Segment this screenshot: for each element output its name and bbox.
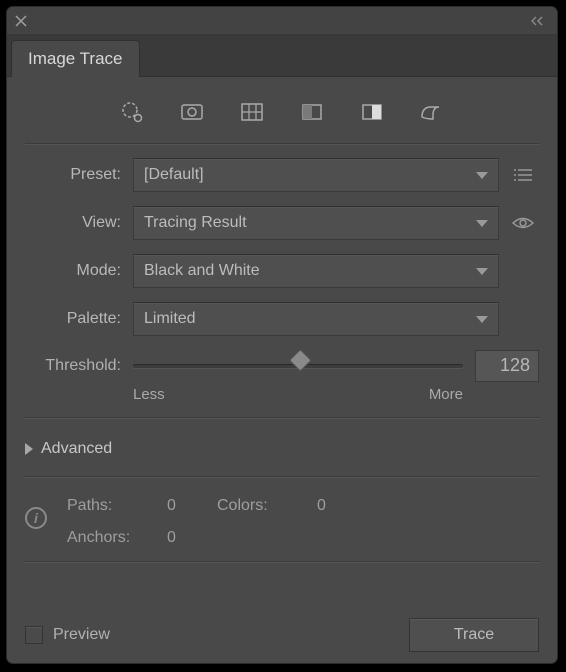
tab-row: Image Trace bbox=[7, 35, 557, 77]
panel-footer: Preview Trace bbox=[7, 607, 557, 663]
divider bbox=[25, 417, 539, 418]
mode-label: Mode: bbox=[25, 262, 133, 280]
stats-grid: Paths: 0 Colors: 0 Anchors: 0 bbox=[67, 497, 357, 547]
low-color-icon[interactable] bbox=[237, 99, 267, 125]
palette-label: Palette: bbox=[25, 310, 133, 328]
colors-value: 0 bbox=[317, 497, 357, 515]
info-icon: i bbox=[25, 507, 47, 529]
chevron-down-icon bbox=[476, 268, 488, 275]
tab-image-trace[interactable]: Image Trace bbox=[11, 40, 140, 77]
threshold-more-label: More bbox=[429, 386, 463, 403]
grayscale-icon[interactable] bbox=[297, 99, 327, 125]
preset-menu-icon[interactable] bbox=[507, 168, 539, 182]
preset-label: Preset: bbox=[25, 166, 133, 184]
palette-dropdown[interactable]: Limited bbox=[133, 302, 499, 336]
close-icon[interactable] bbox=[15, 15, 27, 27]
view-value: Tracing Result bbox=[144, 214, 247, 232]
preset-shortcut-row bbox=[25, 91, 539, 139]
threshold-less-label: Less bbox=[133, 386, 165, 403]
view-dropdown[interactable]: Tracing Result bbox=[133, 206, 499, 240]
outline-icon[interactable] bbox=[417, 99, 447, 125]
view-label: View: bbox=[25, 214, 133, 232]
high-color-icon[interactable] bbox=[177, 99, 207, 125]
preset-dropdown[interactable]: [Default] bbox=[133, 158, 499, 192]
mode-value: Black and White bbox=[144, 262, 260, 280]
colors-label: Colors: bbox=[217, 497, 317, 515]
threshold-label: Threshold: bbox=[25, 357, 133, 375]
threshold-input[interactable]: 128 bbox=[475, 350, 539, 382]
anchors-label: Anchors: bbox=[67, 529, 167, 547]
paths-label: Paths: bbox=[67, 497, 167, 515]
auto-color-icon[interactable] bbox=[117, 99, 147, 125]
divider bbox=[25, 476, 539, 477]
preset-value: [Default] bbox=[144, 166, 204, 184]
divider bbox=[25, 561, 539, 562]
anchors-value: 0 bbox=[167, 529, 217, 547]
collapse-icon[interactable] bbox=[531, 16, 549, 26]
threshold-slider[interactable] bbox=[133, 364, 463, 368]
slider-thumb-icon[interactable] bbox=[289, 349, 312, 372]
chevron-down-icon bbox=[476, 220, 488, 227]
trace-button[interactable]: Trace bbox=[409, 618, 539, 652]
chevron-down-icon bbox=[476, 316, 488, 323]
palette-value: Limited bbox=[144, 310, 196, 328]
image-trace-panel: Image Trace Preset: bbox=[6, 6, 558, 664]
chevron-down-icon bbox=[476, 172, 488, 179]
advanced-label: Advanced bbox=[41, 440, 112, 458]
paths-value: 0 bbox=[167, 497, 217, 515]
chevron-right-icon bbox=[25, 443, 33, 455]
checkbox-icon[interactable] bbox=[25, 626, 43, 644]
divider bbox=[25, 143, 539, 144]
eye-icon[interactable] bbox=[507, 216, 539, 230]
preview-checkbox[interactable]: Preview bbox=[25, 626, 110, 644]
black-white-icon[interactable] bbox=[357, 99, 387, 125]
mode-dropdown[interactable]: Black and White bbox=[133, 254, 499, 288]
advanced-toggle[interactable]: Advanced bbox=[25, 432, 539, 472]
preview-label: Preview bbox=[53, 626, 110, 644]
panel-titlebar bbox=[7, 7, 557, 35]
